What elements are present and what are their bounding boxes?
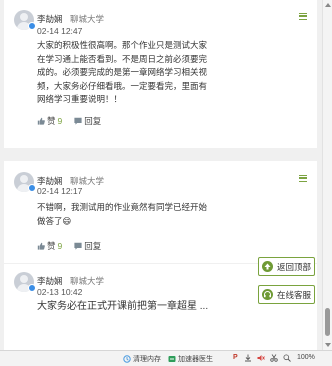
clean-memory-label: 清理内存 xyxy=(133,356,161,363)
like-label: 赞 xyxy=(47,116,56,126)
verified-badge-icon xyxy=(28,284,36,292)
back-to-top-button[interactable]: 返回顶部 xyxy=(258,257,315,276)
post-time: 02-13 10:42 xyxy=(37,287,83,297)
headset-icon xyxy=(262,289,273,300)
more-menu-icon[interactable] xyxy=(299,13,307,20)
online-service-label: 在线客服 xyxy=(277,289,312,300)
accelerator-label: 加速器医生 xyxy=(178,356,213,363)
mute-icon[interactable] xyxy=(257,354,265,362)
screenshot-icon[interactable] xyxy=(270,354,278,362)
author-school: 聊城大学 xyxy=(70,14,105,24)
zoom-level[interactable]: 100% xyxy=(297,354,315,361)
thumbs-up-icon xyxy=(37,242,45,250)
author-school: 聊城大学 xyxy=(70,276,105,286)
post-content: 不错啊，我测试用的作业竟然有同学已经开始做答了😄 xyxy=(37,202,208,226)
post-time: 02-14 12:47 xyxy=(37,26,83,36)
post-card: 李劼娴 聊城大学 02-13 10:42 大家务必在正式开课前把第一章超星 ..… xyxy=(4,264,317,350)
verified-badge-icon xyxy=(28,22,36,30)
post-content: 大家务必在正式开课前把第一章超星 ... xyxy=(37,301,209,312)
accelerator-button[interactable]: 加速器医生 xyxy=(168,354,213,364)
post-actions: 赞9 回复 xyxy=(37,240,101,252)
author-name[interactable]: 李劼娴 xyxy=(37,275,63,287)
post-time: 02-14 12:17 xyxy=(37,186,83,196)
post-card: 李劼娴 聊城大学 02-14 12:17 不错啊，我测试用的作业竟然有同学已经开… xyxy=(4,161,317,263)
download-arrow-icon xyxy=(245,354,251,362)
reply-button[interactable]: 回复 xyxy=(74,240,101,252)
zoom-lens-icon xyxy=(283,354,291,362)
pdf-icon[interactable]: P xyxy=(233,354,238,361)
speaker-icon xyxy=(257,355,265,361)
like-button[interactable]: 赞9 xyxy=(37,115,62,127)
post-content: 大家的积极性很高啊。那个作业只是测试大家在学习通上能否看到。不是周日之前必须要完… xyxy=(37,40,208,104)
broom-icon xyxy=(123,355,131,363)
scissors-icon xyxy=(270,354,278,362)
reply-label: 回复 xyxy=(84,241,102,251)
scroll-up-icon[interactable] xyxy=(325,3,331,7)
like-count: 9 xyxy=(57,116,63,126)
accelerator-icon xyxy=(168,356,176,362)
download-icon[interactable] xyxy=(244,354,252,362)
post-actions: 赞9 回复 xyxy=(37,115,101,127)
vertical-scrollbar[interactable] xyxy=(322,0,332,350)
reply-label: 回复 xyxy=(84,116,102,126)
verified-badge-icon xyxy=(28,184,36,192)
like-label: 赞 xyxy=(47,241,56,251)
back-to-top-label: 返回顶部 xyxy=(277,261,312,272)
like-button[interactable]: 赞9 xyxy=(37,240,62,252)
like-count: 9 xyxy=(57,241,63,251)
post-card: 李劼娴 聊城大学 02-14 12:47 大家的积极性很高啊。那个作业只是测试大… xyxy=(4,0,317,148)
arrow-up-icon xyxy=(262,261,273,272)
author-name[interactable]: 李劼娴 xyxy=(37,13,63,25)
zoom-value: 100% xyxy=(297,354,315,361)
thumbs-up-icon xyxy=(37,117,45,125)
scrollbar-thumb[interactable] xyxy=(325,308,330,336)
scroll-down-icon[interactable] xyxy=(325,343,331,347)
reply-icon xyxy=(74,242,82,250)
browser-statusbar: 清理内存 加速器医生 P 100% xyxy=(0,350,332,366)
online-service-button[interactable]: 在线客服 xyxy=(258,285,315,304)
reply-icon xyxy=(74,117,82,125)
reply-button[interactable]: 回复 xyxy=(74,115,101,127)
clean-memory-button[interactable]: 清理内存 xyxy=(123,354,161,364)
more-menu-icon[interactable] xyxy=(299,175,307,182)
zoom-out-icon[interactable] xyxy=(283,354,291,362)
